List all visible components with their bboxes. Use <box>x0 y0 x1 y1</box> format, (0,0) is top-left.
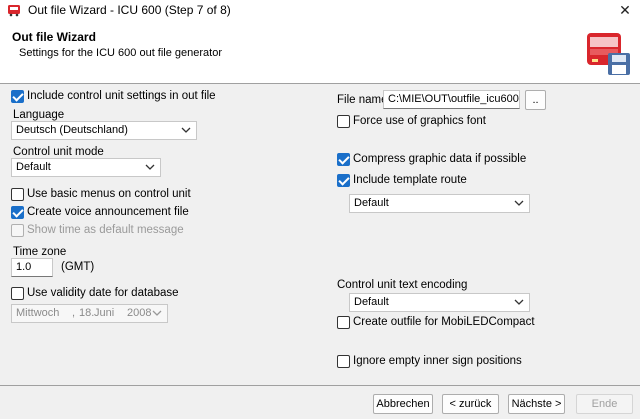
language-label: Language <box>13 109 65 121</box>
chevron-down-icon <box>514 200 524 206</box>
language-select[interactable]: Deutsch (Deutschland) <box>11 121 197 140</box>
bus-floppy-icon <box>587 33 630 75</box>
window-title: Out file Wizard - ICU 600 (Step 7 of 8) <box>28 3 231 17</box>
date-day: 18. <box>79 307 95 319</box>
voice-file-checkbox[interactable] <box>11 206 24 219</box>
cu-mode-select[interactable]: Default <box>11 158 161 177</box>
page-subtitle: Settings for the ICU 600 out file genera… <box>19 47 223 59</box>
ignore-empty-label: Ignore empty inner sign positions <box>353 355 522 367</box>
title-bar: Out file Wizard - ICU 600 (Step 7 of 8) … <box>0 0 640 20</box>
chevron-down-icon <box>514 299 524 305</box>
time-zone-unit: (GMT) <box>61 261 95 273</box>
template-route-value: Default <box>354 197 389 209</box>
validity-date-label: Use validity date for database <box>27 287 179 299</box>
show-time-checkbox[interactable] <box>11 224 24 237</box>
back-button[interactable]: < zurück <box>442 394 499 414</box>
browse-button[interactable]: .. <box>525 90 546 110</box>
force-graphics-font-label: Force use of graphics font <box>353 115 486 127</box>
template-route-checkbox[interactable] <box>337 174 350 187</box>
basic-menus-checkbox[interactable] <box>11 188 24 201</box>
validity-date-checkbox[interactable] <box>11 287 24 300</box>
time-zone-input[interactable]: 1.0 <box>11 258 53 277</box>
app-icon <box>8 5 20 17</box>
file-name-label: File name <box>337 94 388 106</box>
time-zone-label: Time zone <box>13 246 67 258</box>
template-route-label: Include template route <box>353 174 467 186</box>
date-separator: , <box>72 307 76 319</box>
finish-button[interactable]: Ende <box>576 394 633 414</box>
text-encoding-value: Default <box>354 296 389 308</box>
cancel-button[interactable]: Abbrechen <box>373 394 433 414</box>
file-name-input[interactable]: C:\MIE\OUT\outfile_icu600.out <box>383 90 520 109</box>
wizard-header: Out file Wizard Settings for the ICU 600… <box>0 20 640 84</box>
mobiled-checkbox[interactable] <box>337 316 350 329</box>
date-weekday: Mittwoch <box>16 307 60 319</box>
date-month: Juni <box>94 307 115 319</box>
close-icon[interactable]: ✕ <box>610 0 640 20</box>
compress-graphic-label: Compress graphic data if possible <box>353 153 527 165</box>
text-encoding-label: Control unit text encoding <box>337 279 468 291</box>
date-year: 2008 <box>127 307 152 319</box>
footer-divider <box>0 385 640 386</box>
chevron-down-icon <box>145 164 155 170</box>
include-cu-settings-checkbox[interactable] <box>11 90 24 103</box>
ignore-empty-checkbox[interactable] <box>337 355 350 368</box>
page-title: Out file Wizard <box>12 30 96 44</box>
force-graphics-font-checkbox[interactable] <box>337 115 350 128</box>
validity-date-picker[interactable]: Mittwoch , 18. Juni 2008 <box>11 304 168 323</box>
show-time-label: Show time as default message <box>27 224 184 236</box>
chevron-down-icon <box>181 127 191 133</box>
voice-file-label: Create voice announcement file <box>27 206 189 218</box>
cu-mode-label: Control unit mode <box>13 146 104 158</box>
cu-mode-value: Default <box>16 161 51 173</box>
compress-graphic-checkbox[interactable] <box>337 153 350 166</box>
template-route-select[interactable]: Default <box>349 194 530 213</box>
include-cu-settings-label: Include control unit settings in out fil… <box>27 90 216 102</box>
text-encoding-select[interactable]: Default <box>349 293 530 312</box>
chevron-down-icon <box>152 310 162 316</box>
basic-menus-label: Use basic menus on control unit <box>27 188 191 200</box>
next-button[interactable]: Nächste > <box>508 394 565 414</box>
language-value: Deutsch (Deutschland) <box>16 124 128 136</box>
mobiled-label: Create outfile for MobiLEDCompact <box>353 316 535 328</box>
